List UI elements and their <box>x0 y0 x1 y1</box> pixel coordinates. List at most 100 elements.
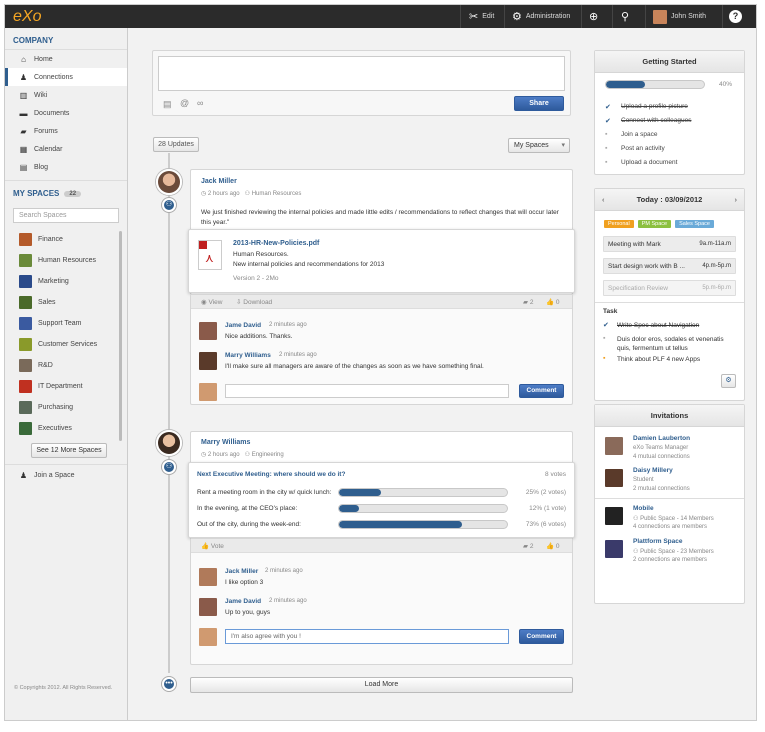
exo-logo[interactable]: eXo <box>13 8 41 26</box>
vote-button[interactable]: 👍 Vote <box>201 542 224 550</box>
avatar <box>653 9 667 24</box>
getting-started-item[interactable]: Upload a document <box>621 159 677 166</box>
space-item[interactable]: Finance <box>5 229 127 250</box>
avatar[interactable] <box>156 169 182 195</box>
space-item[interactable]: Sales <box>5 292 127 313</box>
administration-label: Administration <box>525 13 571 20</box>
poll-result: 73% (6 votes) <box>525 521 566 528</box>
chat-icon: ▰ <box>20 126 27 136</box>
warning-icon[interactable]: ▪ <box>603 355 605 362</box>
poll-icon: ⚇ <box>162 460 176 474</box>
edit-button[interactable]: ✂ Edit <box>469 5 494 28</box>
invitation-name[interactable]: Damien Lauberton <box>633 435 690 442</box>
post-meta: ◷ 2 hours ago ⚇ Human Resources <box>201 191 302 197</box>
document-title[interactable]: 2013-HR-New-Policies.pdf <box>233 240 319 247</box>
space-item[interactable]: R&D <box>5 355 127 376</box>
chevron-right-icon[interactable]: › <box>735 189 738 211</box>
space-item[interactable]: Support Team <box>5 313 127 334</box>
comment-author[interactable]: Jack Miller <box>225 568 258 575</box>
view-button[interactable]: ◉ View <box>201 298 222 306</box>
avatar[interactable] <box>156 430 182 456</box>
chevron-left-icon[interactable]: ‹ <box>602 189 605 211</box>
invitation-space-name[interactable]: Mobile <box>633 505 654 512</box>
calendar-tag[interactable]: Sales Space <box>675 220 714 228</box>
space-item[interactable]: Executives <box>5 418 127 439</box>
space-item[interactable]: IT Department <box>5 376 127 397</box>
comment-author[interactable]: Marry Williams <box>225 352 271 359</box>
download-button[interactable]: ⇩ Download <box>236 298 272 306</box>
calendar-event[interactable]: Meeting with Mark 9a.m-11a.m <box>603 236 736 252</box>
administration-button[interactable]: ⚙ Administration <box>512 5 570 28</box>
comment-text: Nice additions. Thanks. <box>225 333 293 340</box>
space-link[interactable]: Engineering <box>252 452 284 458</box>
settings-gear-icon[interactable]: ⚙ <box>721 374 736 388</box>
space-link[interactable]: Human Resources <box>252 191 302 197</box>
calendar-event[interactable]: Start design work with B ... 4p.m-5p.m <box>603 258 736 274</box>
calendar-tag[interactable]: Personal <box>604 220 634 228</box>
getting-started-item[interactable]: Post an activity <box>621 145 665 152</box>
space-avatar[interactable] <box>605 540 623 558</box>
comment-author[interactable]: Jame David <box>225 598 261 605</box>
status-input[interactable] <box>158 56 565 91</box>
avatar[interactable] <box>605 437 623 455</box>
space-item[interactable]: Customer Services <box>5 334 127 355</box>
nav-item-connections[interactable]: ♟ Connections <box>5 68 127 86</box>
space-avatar[interactable] <box>605 507 623 525</box>
comment-input[interactable]: I'm also agree with you ! <box>225 629 509 644</box>
invitation-space-name[interactable]: Plattform Space <box>633 538 683 545</box>
attach-file-icon[interactable]: ▤ <box>163 99 172 110</box>
space-item[interactable]: Marketing <box>5 271 127 292</box>
comment-button[interactable]: Comment <box>519 384 564 398</box>
avatar[interactable] <box>605 469 623 487</box>
search-spaces-input[interactable]: Search Spaces <box>13 208 119 223</box>
avatar[interactable] <box>199 352 217 370</box>
nav-item-wiki[interactable]: ▥ Wiki <box>5 86 127 104</box>
comment-button[interactable]: Comment <box>519 629 564 644</box>
avatar[interactable] <box>199 598 217 616</box>
author-name[interactable]: Marry Williams <box>201 439 250 446</box>
like-count[interactable]: 👍 0 <box>546 542 560 550</box>
link-icon[interactable]: ∞ <box>197 98 203 108</box>
filter-dropdown[interactable]: My Spaces ▾ <box>508 138 570 153</box>
comment-author[interactable]: Jame David <box>225 322 261 329</box>
mention-icon[interactable]: @ <box>180 98 189 108</box>
calendar-event[interactable]: Specification Review 5p.m-6p.m <box>603 280 736 296</box>
comment-input[interactable] <box>225 384 509 398</box>
nav-item-documents[interactable]: ▬ Documents <box>5 104 127 122</box>
search-button[interactable]: ⚲ <box>621 5 629 28</box>
comment-count[interactable]: ▰ 2 <box>523 298 533 306</box>
nav-item-forums[interactable]: ▰ Forums <box>5 122 127 140</box>
nav-item-home[interactable]: ⌂ Home <box>5 50 127 68</box>
checkbox-icon[interactable]: ▪ <box>603 335 605 342</box>
author-name[interactable]: Jack Miller <box>201 178 237 185</box>
comment-text: I'll make sure all managers are aware of… <box>225 363 484 370</box>
progress-fill <box>606 81 646 88</box>
nav-item-blog[interactable]: ▤ Blog <box>5 158 127 176</box>
comment-count[interactable]: ▰ 2 <box>523 542 533 550</box>
user-menu[interactable]: John Smith <box>653 5 706 28</box>
space-item[interactable]: Human Resources <box>5 250 127 271</box>
nav-item-calendar[interactable]: ▦ Calendar <box>5 140 127 158</box>
calendar-tag[interactable]: PM Space <box>637 220 672 228</box>
clock-icon: ◷ <box>201 191 207 197</box>
like-count[interactable]: 👍 0 <box>546 298 560 306</box>
help-button[interactable]: ? <box>729 5 742 28</box>
getting-started-item[interactable]: Connect with colleagues <box>621 117 691 124</box>
avatar <box>199 383 217 401</box>
avatar[interactable] <box>199 568 217 586</box>
getting-started-item[interactable]: Upload a profile picture <box>621 103 688 110</box>
check-icon[interactable]: ✔ <box>603 321 609 329</box>
document-preview[interactable]: ⋏ 2013-HR-New-Policies.pdf Human Resourc… <box>188 229 575 293</box>
invitation-name[interactable]: Daisy Millery <box>633 467 673 474</box>
getting-started-item[interactable]: Join a space <box>621 131 658 138</box>
share-button[interactable]: Share <box>514 96 564 111</box>
clock-icon: ◷ <box>201 452 207 458</box>
add-button[interactable]: ⊕ <box>589 5 598 28</box>
load-more-button[interactable]: Load More <box>190 677 573 693</box>
join-space-link[interactable]: ♟ Join a Space <box>5 465 127 485</box>
scrollbar[interactable] <box>119 231 122 441</box>
see-more-spaces-button[interactable]: See 12 More Spaces <box>31 443 107 458</box>
avatar[interactable] <box>199 322 217 340</box>
space-item[interactable]: Purchasing <box>5 397 127 418</box>
divider <box>645 5 646 28</box>
